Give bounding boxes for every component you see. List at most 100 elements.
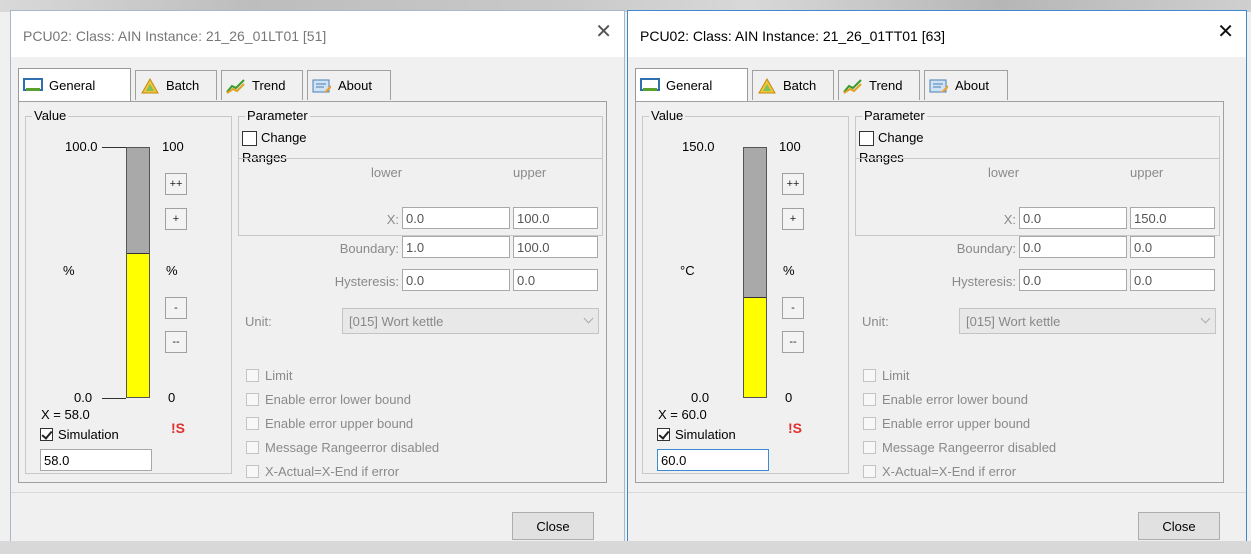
change-checkbox[interactable]: [242, 131, 257, 146]
percent-max-label: 100: [162, 139, 184, 154]
x-actual-checkbox[interactable]: [863, 465, 876, 478]
tab-general[interactable]: General: [18, 68, 131, 101]
message-rangeerror-checkbox[interactable]: [246, 441, 259, 454]
tab-trend[interactable]: Trend: [838, 70, 920, 100]
batch-icon: [141, 77, 159, 93]
upper-header: upper: [1130, 165, 1164, 180]
error-lower-label: Enable error lower bound: [265, 392, 411, 407]
close-icon[interactable]: ✕: [595, 22, 612, 42]
tab-label: About: [338, 78, 372, 93]
step-down-large-button[interactable]: --: [782, 331, 804, 353]
tab-about[interactable]: About: [924, 70, 1008, 100]
tab-batch[interactable]: Batch: [135, 70, 217, 100]
tab-batch[interactable]: Batch: [752, 70, 834, 100]
error-flag: !S: [171, 420, 185, 436]
about-icon: [312, 79, 331, 92]
tab-label: General: [49, 77, 96, 93]
error-upper-checkbox[interactable]: [246, 417, 259, 430]
simulation-value-input[interactable]: 58.0: [40, 449, 152, 471]
value-gauge: [126, 147, 150, 398]
message-rangeerror-checkbox[interactable]: [863, 441, 876, 454]
unit-label: Unit:: [245, 314, 272, 329]
error-upper-checkbox[interactable]: [863, 417, 876, 430]
hysteresis-upper-input[interactable]: 0.0: [513, 269, 598, 291]
row-hysteresis-label: Hysteresis:: [951, 274, 1016, 289]
scale-max-tick: [102, 147, 126, 148]
value-group: Value 100.0 100 % % ++ + - -- 0.0 0 X = …: [25, 108, 232, 474]
x-upper-input[interactable]: 150.0: [1130, 207, 1215, 229]
unit-select[interactable]: [015] Wort kettle: [342, 308, 599, 334]
simulation-checkbox[interactable]: [657, 428, 670, 441]
error-lower-checkbox[interactable]: [246, 393, 259, 406]
unit-select-value: [015] Wort kettle: [349, 314, 444, 329]
hysteresis-lower-input[interactable]: 0.0: [1019, 269, 1127, 291]
error-lower-checkbox[interactable]: [863, 393, 876, 406]
gauge-fill: [127, 252, 149, 397]
monitor-icon: [23, 78, 43, 91]
simulation-value-input[interactable]: 60.0: [657, 449, 769, 471]
x-actual-label: X-Actual=X-End if error: [265, 464, 400, 479]
step-up-large-button[interactable]: ++: [165, 173, 187, 195]
scale-min-label: 0.0: [691, 390, 710, 405]
message-rangeerror-label: Message Rangeerror disabled: [265, 440, 440, 455]
step-up-large-button[interactable]: ++: [782, 173, 804, 195]
percent-min-label: 0: [785, 390, 793, 405]
hysteresis-upper-input[interactable]: 0.0: [1130, 269, 1215, 291]
parameter-group-label: Parameter: [862, 108, 927, 123]
limit-checkbox[interactable]: [863, 369, 876, 382]
error-upper-label: Enable error upper bound: [882, 416, 1031, 431]
error-lower-label: Enable error lower bound: [882, 392, 1028, 407]
unit-right-label: %: [783, 263, 795, 278]
title-bar: PCU02: Class: AIN Instance: 21_26_01LT01…: [11, 11, 624, 57]
value-group-label: Value: [649, 108, 686, 123]
change-checkbox[interactable]: [859, 131, 874, 146]
ranges-divider: [856, 158, 1219, 159]
simulation-checkbox[interactable]: [40, 428, 53, 441]
x-lower-input[interactable]: 0.0: [402, 207, 510, 229]
boundary-upper-input[interactable]: 0.0: [1130, 236, 1215, 258]
tab-trend[interactable]: Trend: [221, 70, 303, 100]
step-down-button[interactable]: -: [165, 297, 187, 319]
percent-max-label: 100: [779, 139, 801, 154]
close-icon[interactable]: ✕: [1217, 22, 1234, 42]
row-boundary-label: Boundary:: [956, 241, 1016, 256]
limit-checkbox[interactable]: [246, 369, 259, 382]
chevron-down-icon: [1200, 313, 1211, 324]
close-button[interactable]: Close: [512, 512, 594, 540]
x-lower-input[interactable]: 0.0: [1019, 207, 1127, 229]
close-button[interactable]: Close: [1138, 512, 1220, 540]
x-upper-input[interactable]: 100.0: [513, 207, 598, 229]
limit-label: Limit: [265, 368, 293, 383]
tab-general[interactable]: General: [635, 68, 748, 101]
boundary-lower-input[interactable]: 0.0: [1019, 236, 1127, 258]
simulation-label: Simulation: [675, 427, 736, 442]
unit-label: Unit:: [862, 314, 889, 329]
step-down-button[interactable]: -: [782, 297, 804, 319]
value-gauge: [743, 147, 767, 398]
dialog-ain-01tt01: PCU02: Class: AIN Instance: 21_26_01TT01…: [627, 10, 1247, 554]
x-actual-label: X-Actual=X-End if error: [882, 464, 1017, 479]
row-x-label: X:: [1003, 212, 1016, 227]
chevron-down-icon: [583, 313, 594, 324]
row-hysteresis-label: Hysteresis:: [334, 274, 399, 289]
general-tab-panel: Value 150.0 100 °C % ++ + - -- 0.0 0 X =…: [635, 101, 1224, 483]
x-actual-checkbox[interactable]: [246, 465, 259, 478]
step-up-button[interactable]: +: [165, 208, 187, 230]
message-rangeerror-label: Message Rangeerror disabled: [882, 440, 1057, 455]
boundary-lower-input[interactable]: 1.0: [402, 236, 510, 258]
scale-max-label: 100.0: [65, 139, 98, 154]
lower-header: lower: [371, 165, 403, 180]
hysteresis-lower-input[interactable]: 0.0: [402, 269, 510, 291]
trend-icon: [226, 78, 245, 94]
general-tab-panel: Value 100.0 100 % % ++ + - -- 0.0 0 X = …: [18, 101, 607, 483]
row-boundary-label: Boundary:: [339, 241, 399, 256]
tab-label: Trend: [869, 78, 903, 93]
unit-select[interactable]: [015] Wort kettle: [959, 308, 1216, 334]
dialog-ain-01lt01: PCU02: Class: AIN Instance: 21_26_01LT01…: [10, 10, 625, 554]
monitor-icon: [640, 78, 660, 91]
tab-about[interactable]: About: [307, 70, 391, 100]
value-group-label: Value: [32, 108, 69, 123]
boundary-upper-input[interactable]: 100.0: [513, 236, 598, 258]
step-down-large-button[interactable]: --: [165, 331, 187, 353]
step-up-button[interactable]: +: [782, 208, 804, 230]
